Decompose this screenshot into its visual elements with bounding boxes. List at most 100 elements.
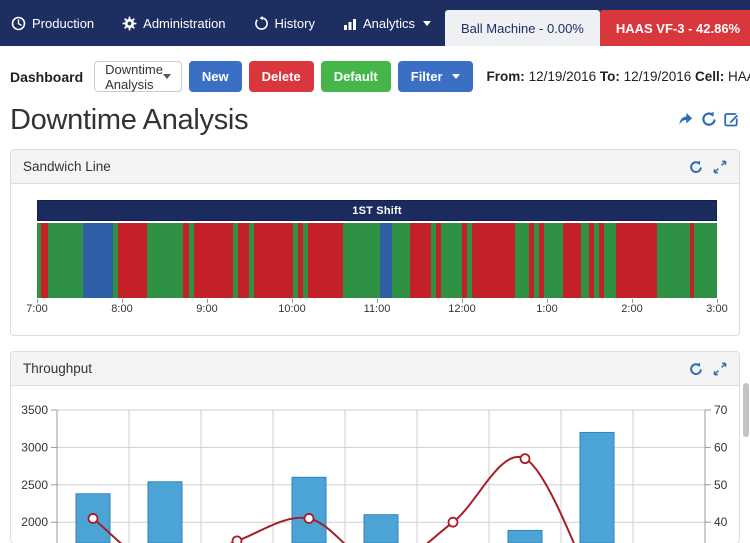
refresh-icon[interactable]: [701, 111, 717, 127]
title-actions: [677, 111, 740, 127]
dashboard-label: Dashboard: [10, 69, 83, 85]
dashboard-page: Production: [0, 0, 750, 543]
machine-tab-ball-machine[interactable]: Ball Machine - 0.00%: [445, 10, 600, 46]
timeline-segment[interactable]: [657, 223, 690, 298]
left-axis-label: 3000: [21, 440, 48, 454]
cell-value: HAAS VF-3: [728, 69, 750, 84]
scrollbar-thumb[interactable]: [743, 383, 749, 437]
nav-item-analytics[interactable]: Analytics: [329, 0, 445, 46]
chevron-down-icon: [423, 21, 431, 26]
top-navbar: Production: [0, 0, 750, 46]
timeline-segment[interactable]: [392, 223, 410, 298]
time-axis-label: 3:00: [706, 303, 727, 315]
timeline-segment[interactable]: [238, 223, 249, 298]
history-icon: [254, 16, 269, 31]
timeline-segment[interactable]: [41, 223, 48, 298]
timeline-segment[interactable]: [308, 223, 343, 298]
edit-icon[interactable]: [724, 111, 740, 127]
nav-item-label: History: [275, 16, 315, 31]
machine-tab-label: Ball Machine - 0.00%: [461, 21, 584, 36]
timeline-segment[interactable]: [515, 223, 529, 298]
timeline-segment[interactable]: [380, 223, 392, 298]
left-axis-label: 2500: [21, 478, 48, 492]
fullscreen-icon[interactable]: [713, 362, 727, 376]
timeline-chart: 1ST Shift 7:008:009:0010:0011:0012:001:0…: [11, 184, 739, 335]
timeline-segment[interactable]: [194, 223, 233, 298]
timeline-segment[interactable]: [563, 223, 581, 298]
panel-title: Throughput: [23, 361, 92, 376]
line-marker[interactable]: [521, 454, 530, 463]
throughput-chart-svg: 3500300025002000150070605040: [11, 386, 739, 543]
panel-actions: [689, 362, 727, 376]
gear-icon: [122, 16, 137, 31]
delete-button[interactable]: Delete: [249, 61, 314, 92]
timeline-segment[interactable]: [472, 223, 515, 298]
throughput-bar[interactable]: [148, 482, 182, 543]
timeline-segment[interactable]: [254, 223, 293, 298]
line-marker[interactable]: [449, 518, 458, 527]
from-label: From:: [487, 69, 525, 84]
timeline-segment[interactable]: [118, 223, 147, 298]
share-icon[interactable]: [677, 111, 694, 127]
timeline-segment[interactable]: [544, 223, 563, 298]
line-marker[interactable]: [305, 514, 314, 523]
page-title: Downtime Analysis: [10, 104, 248, 137]
chevron-down-icon: [452, 74, 460, 79]
line-marker[interactable]: [233, 536, 242, 543]
throughput-bar[interactable]: [292, 477, 326, 543]
refresh-icon[interactable]: [689, 160, 703, 174]
nav-item-label: Production: [32, 16, 94, 31]
line-marker[interactable]: [89, 514, 98, 523]
filter-button[interactable]: Filter: [398, 61, 473, 92]
panel-actions: [689, 160, 727, 174]
clock-icon: [11, 16, 26, 31]
left-axis-label: 2000: [21, 515, 48, 529]
time-axis-label: 1:00: [536, 303, 557, 315]
default-button[interactable]: Default: [321, 61, 391, 92]
throughput-bar[interactable]: [364, 515, 398, 543]
right-axis-label: 60: [714, 440, 728, 454]
left-axis-label: 3500: [21, 403, 48, 417]
time-axis-label: 9:00: [196, 303, 217, 315]
nav-item-history[interactable]: History: [240, 0, 329, 46]
fullscreen-icon[interactable]: [713, 160, 727, 174]
timeline-segment[interactable]: [48, 223, 83, 298]
time-axis-label: 11:00: [364, 303, 391, 315]
to-label: To:: [600, 69, 620, 84]
nav-item-label: Administration: [143, 16, 225, 31]
time-axis: 7:008:009:0010:0011:0012:001:002:003:00: [37, 299, 717, 317]
new-button[interactable]: New: [189, 61, 242, 92]
refresh-icon[interactable]: [689, 362, 703, 376]
dashboard-select[interactable]: Downtime Analysis: [94, 61, 182, 92]
timeline-segment[interactable]: [581, 223, 589, 298]
time-axis-label: 10:00: [278, 303, 306, 315]
chevron-down-icon: [163, 74, 171, 79]
timeline-segment[interactable]: [147, 223, 183, 298]
machine-tab-label: HAAS VF-3 - 42.86%: [616, 21, 740, 36]
from-value: 12/19/2016: [529, 69, 597, 84]
bar-chart-icon: [343, 17, 357, 30]
throughput-bar[interactable]: [508, 530, 542, 543]
nav-item-administration[interactable]: Administration: [108, 0, 239, 46]
timeline-segments: [37, 223, 717, 298]
throughput-bar[interactable]: [580, 432, 614, 543]
timeline-segment[interactable]: [343, 223, 380, 298]
dashboard-select-value: Downtime Analysis: [105, 62, 163, 92]
timeline-segment[interactable]: [441, 223, 462, 298]
right-axis-label: 70: [714, 403, 728, 417]
timeline-segment[interactable]: [604, 223, 616, 298]
right-axis-label: 40: [714, 515, 728, 529]
timeline-segment[interactable]: [410, 223, 431, 298]
button-label: Delete: [262, 69, 301, 84]
dashboard-toolbar: Dashboard Downtime Analysis New Delete D…: [0, 46, 750, 104]
timeline-segment[interactable]: [616, 223, 657, 298]
timeline-segment[interactable]: [83, 223, 113, 298]
nav-item-production[interactable]: Production: [0, 0, 108, 46]
button-label: New: [202, 69, 229, 84]
right-axis-label: 50: [714, 478, 728, 492]
time-axis-label: 2:00: [621, 303, 642, 315]
timeline-segment[interactable]: [694, 223, 717, 298]
machine-status-tabs: Ball Machine - 0.00% HAAS VF-3 - 42.86%: [445, 10, 750, 46]
title-row: Downtime Analysis: [0, 104, 750, 149]
machine-tab-haas-vf3[interactable]: HAAS VF-3 - 42.86%: [600, 10, 750, 46]
